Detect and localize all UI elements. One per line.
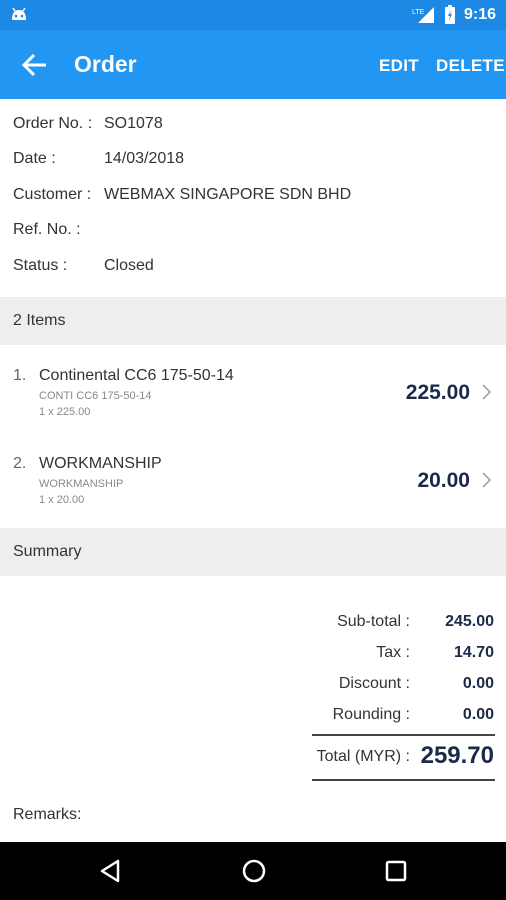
order-no-label: Order No. : [13,115,93,132]
list-item[interactable]: 1. Continental CC6 175-50-14 CONTI CC6 1… [0,345,506,433]
system-nav-bar [0,842,506,900]
item-code: WORKMANSHIP [39,478,124,490]
list-item[interactable]: 2. WORKMANSHIP WORKMANSHIP 1 x 20.00 20.… [0,433,506,521]
item-qty: 1 x 20.00 [39,494,85,506]
chevron-right-icon [482,384,492,400]
item-qty: 1 x 225.00 [39,406,91,418]
status-label: Status : [13,257,68,274]
subtotal-value: 245.00 [445,613,494,630]
discount-value: 0.00 [462,675,494,692]
status-icons: LTE 9:16 [412,0,496,30]
chevron-right-icon [482,472,492,488]
total-divider-top [312,734,495,736]
page-title: Order [74,51,137,77]
tax-row: Tax : 14.70 [0,644,506,668]
status-value: Closed [104,257,154,274]
status-bar: LTE 9:16 [0,0,506,30]
summary-panel: Sub-total : 245.00 Tax : 14.70 Discount … [0,576,506,798]
order-no-value: SO1078 [104,115,163,132]
status-row: Status : Closed [13,257,154,275]
back-arrow-icon[interactable] [20,50,50,80]
network-label: LTE [412,9,425,16]
item-index: 1. [13,367,27,384]
app-bar: Order EDIT DELETE [0,30,506,99]
delete-button[interactable]: DELETE [436,56,505,76]
item-amount: 225.00 [405,381,470,404]
subtotal-label: Sub-total : [337,613,410,630]
total-label: Total (MYR) : [316,748,410,765]
item-index: 2. [13,455,27,472]
status-time: 9:16 [463,6,496,23]
discount-row: Discount : 0.00 [0,675,506,699]
order-info: Order No. : SO1078 Date : 14/03/2018 Cus… [0,99,506,297]
item-name: WORKMANSHIP [39,455,162,472]
date-label: Date : [13,150,56,167]
home-circle-icon[interactable] [239,856,269,886]
customer-row: Customer : WEBMAX SINGAPORE SDN BHD [13,186,351,204]
discount-label: Discount : [338,675,410,692]
tax-label: Tax : [376,644,410,661]
subtotal-row: Sub-total : 245.00 [0,613,506,637]
rounding-row: Rounding : 0.00 [0,706,506,730]
lte-signal-icon: LTE [412,7,434,23]
total-divider-bottom [312,779,495,781]
item-name: Continental CC6 175-50-14 [39,367,234,384]
customer-value: WEBMAX SINGAPORE SDN BHD [104,186,352,203]
date-row: Date : 14/03/2018 [13,150,184,168]
items-header: 2 Items [0,297,506,345]
item-code: CONTI CC6 175-50-14 [39,390,152,402]
ref-row: Ref. No. : [13,221,81,239]
battery-icon [444,5,455,24]
order-no-row: Order No. : SO1078 [13,115,163,133]
ref-label: Ref. No. : [13,221,81,238]
android-icon [12,7,26,20]
tax-value: 14.70 [453,644,494,661]
customer-label: Customer : [13,186,92,203]
back-triangle-icon[interactable] [96,856,126,886]
summary-header: Summary [0,528,506,576]
item-amount: 20.00 [417,469,470,492]
edit-button[interactable]: EDIT [379,56,419,76]
remarks-label: Remarks: [13,806,82,823]
rounding-label: Rounding : [332,706,410,723]
recents-square-icon[interactable] [381,856,411,886]
date-value: 14/03/2018 [104,150,185,167]
rounding-value: 0.00 [462,706,494,723]
total-value: 259.70 [420,742,494,769]
